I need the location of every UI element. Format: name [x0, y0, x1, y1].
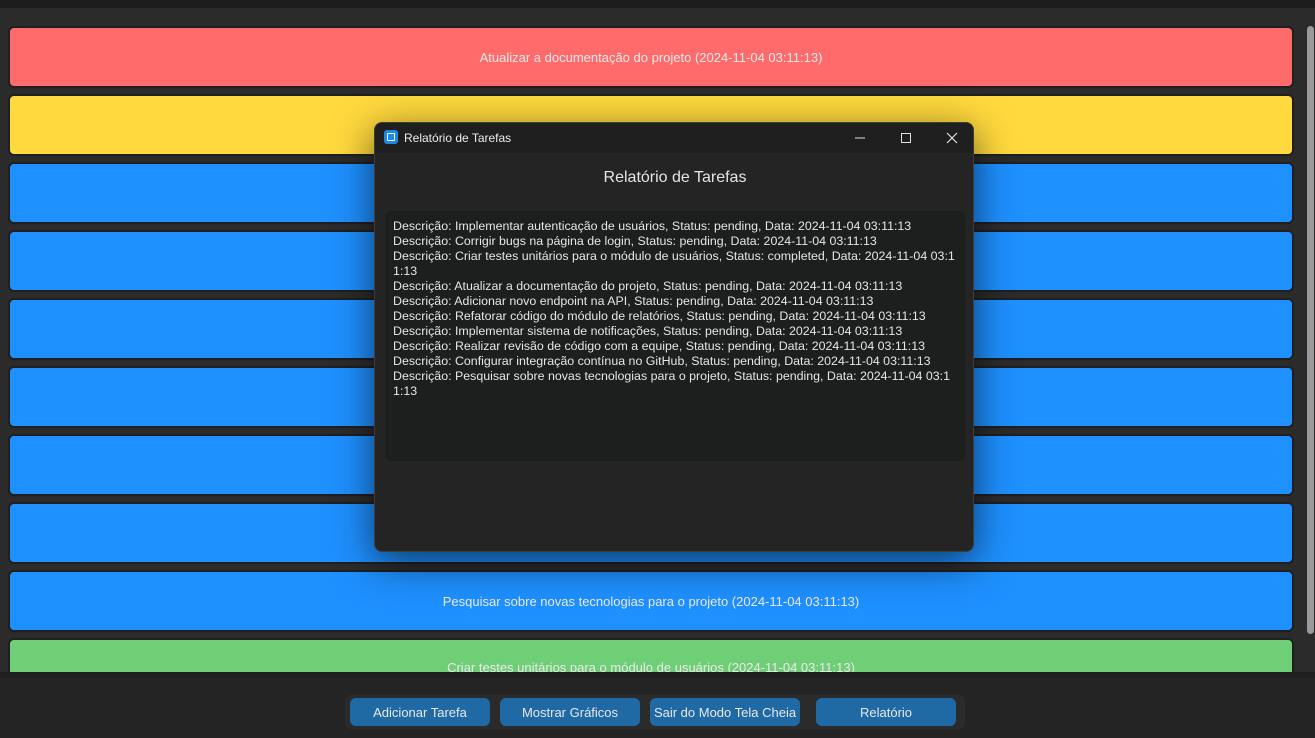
- report-line: Descrição: Atualizar a documentação do p…: [393, 279, 903, 293]
- report-button[interactable]: Relatório: [816, 698, 956, 726]
- exit-fullscreen-button[interactable]: Sair do Modo Tela Cheia: [650, 698, 800, 726]
- dialog-title: Relatório de Tarefas: [404, 131, 512, 145]
- report-heading: Relatório de Tarefas: [603, 169, 747, 186]
- report-line: Descrição: Adicionar novo endpoint na AP…: [393, 294, 874, 308]
- scrollbar-thumb[interactable]: [1307, 26, 1314, 634]
- report-line: Descrição: Corrigir bugs na página de lo…: [393, 234, 877, 248]
- app-icon: [384, 130, 398, 144]
- task-card[interactable]: Criar testes unitários para o módulo de …: [8, 638, 1294, 672]
- close-icon[interactable]: [929, 123, 973, 153]
- report-line: Descrição: Criar testes unitários para o…: [393, 249, 955, 278]
- report-line: Descrição: Implementar autenticação de u…: [393, 219, 912, 233]
- task-card[interactable]: Pesquisar sobre novas tecnologias para o…: [8, 570, 1294, 632]
- show-charts-button[interactable]: Mostrar Gráficos: [500, 698, 640, 726]
- report-line: Descrição: Refatorar código do módulo de…: [393, 309, 926, 323]
- task-card-label: Pesquisar sobre novas tecnologias para o…: [442, 593, 860, 609]
- report-textbox[interactable]: Descrição: Implementar autenticação de u…: [385, 211, 965, 461]
- report-line: Descrição: Realizar revisão de código co…: [393, 339, 925, 353]
- minimize-icon[interactable]: [837, 123, 883, 153]
- add-task-button[interactable]: Adicionar Tarefa: [350, 698, 490, 726]
- dialog-titlebar[interactable]: Relatório de Tarefas: [375, 123, 973, 153]
- top-strip: [0, 0, 1315, 8]
- report-dialog: Relatório de Tarefas Relatório de Tarefa…: [374, 122, 974, 552]
- task-card-label: Criar testes unitários para o módulo de …: [447, 660, 855, 672]
- report-line: Descrição: Pesquisar sobre novas tecnolo…: [393, 369, 951, 398]
- report-line: Descrição: Configurar integração contínu…: [393, 354, 931, 368]
- maximize-icon[interactable]: [883, 123, 929, 153]
- task-card-label: Atualizar a documentação do projeto (202…: [479, 49, 823, 65]
- task-card[interactable]: Atualizar a documentação do projeto (202…: [8, 26, 1294, 88]
- report-line: Descrição: Implementar sistema de notifi…: [393, 324, 903, 338]
